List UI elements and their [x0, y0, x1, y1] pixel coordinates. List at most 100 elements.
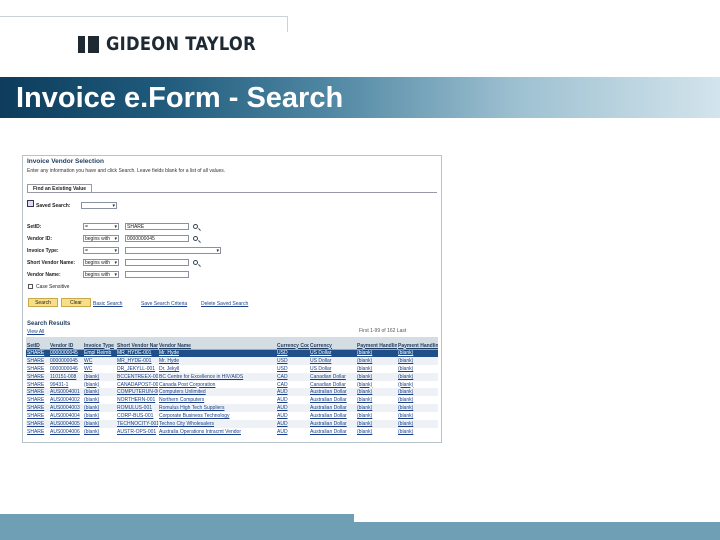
table-cell[interactable]: SHARE	[26, 427, 49, 436]
table-cell[interactable]: 0000000045	[49, 356, 83, 365]
table-row[interactable]: SHARE 99431-1 (blank) CANADAPOST-001 Canada …	[26, 380, 438, 389]
table-cell[interactable]: (blank)	[356, 380, 397, 389]
table-row[interactable]: SHARE AUS0004002 (blank) NORTHERN-001 Northe…	[26, 396, 438, 405]
table-cell[interactable]: (blank)	[356, 349, 397, 357]
table-cell[interactable]: USD	[276, 364, 309, 373]
table-cell[interactable]: (blank)	[356, 356, 397, 365]
table-cell[interactable]: (blank)	[356, 388, 397, 397]
view-all-link[interactable]: View All	[27, 329, 44, 335]
table-cell[interactable]: (blank)	[83, 404, 116, 413]
table-cell[interactable]: AUS0004005	[49, 420, 83, 428]
table-cell[interactable]: CORP-BUS-001	[116, 412, 158, 421]
table-cell[interactable]: SHARE	[26, 349, 49, 357]
table-row[interactable]: SHARE 110151-008 (blank) BCCENTREEX-001 BC C…	[26, 372, 438, 381]
table-cell[interactable]: MR_HYDE-001	[116, 349, 158, 357]
table-cell[interactable]: (blank)	[397, 349, 438, 357]
table-cell[interactable]: SHARE	[26, 388, 49, 397]
operator-select-vendor-id[interactable]: begins with	[83, 235, 119, 242]
setid-input[interactable]: SHARE	[125, 223, 189, 230]
table-cell[interactable]: Australian Dollar	[309, 396, 356, 405]
results-pager[interactable]: First 1-99 of 162 Last	[359, 328, 406, 334]
table-cell[interactable]: TECHNOCITY-001	[116, 420, 158, 428]
table-cell[interactable]: AUS0004006	[49, 427, 83, 436]
table-cell[interactable]: SHARE	[26, 412, 49, 421]
table-cell[interactable]: Australian Dollar	[309, 388, 356, 397]
table-cell[interactable]: AUSTR-OPS-001	[116, 427, 158, 436]
table-cell[interactable]: (blank)	[397, 412, 438, 421]
table-cell[interactable]: US Dollar	[309, 356, 356, 365]
table-cell[interactable]: USD	[276, 349, 309, 357]
table-cell[interactable]: COMPUTERUN-001	[116, 388, 158, 397]
table-cell[interactable]: Techno City Wholesalers	[158, 420, 276, 428]
vendor-id-input[interactable]: 0000000045	[125, 235, 189, 242]
search-button[interactable]: Search	[28, 298, 58, 307]
table-cell[interactable]: (blank)	[83, 396, 116, 405]
table-cell[interactable]: Australian Dollar	[309, 412, 356, 421]
table-cell[interactable]: DR_JEKYLL-001	[116, 364, 158, 373]
table-cell[interactable]: MR_HYDE-001	[116, 356, 158, 365]
operator-select-short-vendor-name[interactable]: begins with	[83, 259, 119, 266]
table-cell[interactable]: NORTHERN-001	[116, 396, 158, 405]
case-sensitive-checkbox[interactable]	[28, 284, 33, 289]
table-cell[interactable]: (blank)	[83, 427, 116, 436]
lookup-short-vendor-name-icon[interactable]	[193, 260, 198, 265]
table-cell[interactable]: AUS0004004	[49, 412, 83, 421]
short-vendor-name-input[interactable]	[125, 259, 189, 266]
table-cell[interactable]: SHARE	[26, 380, 49, 389]
table-cell[interactable]: AUS0004003	[49, 404, 83, 413]
vendor-name-input[interactable]	[125, 271, 189, 278]
table-cell[interactable]: (blank)	[397, 388, 438, 397]
table-cell[interactable]: (blank)	[397, 364, 438, 373]
table-row[interactable]: SHAREAUS0004001 (blank) COMPUTERUN-001Comp…	[26, 388, 438, 397]
table-cell[interactable]: BCCENTREEX-001	[116, 372, 158, 381]
table-cell[interactable]: Australian Dollar	[309, 404, 356, 413]
table-row[interactable]: SHARE AUS0004004 (blank) CORP-BUS-001 Corpor…	[26, 412, 438, 421]
table-cell[interactable]: CANADAPOST-001	[116, 380, 158, 389]
column-header[interactable]: Invoice Type	[83, 337, 116, 350]
table-cell[interactable]: (blank)	[83, 412, 116, 421]
table-cell[interactable]: (blank)	[356, 364, 397, 373]
table-cell[interactable]: SHARE	[26, 356, 49, 365]
column-header[interactable]: Short Vendor Name	[116, 337, 158, 350]
table-cell[interactable]: (blank)	[397, 380, 438, 389]
table-cell[interactable]: AUD	[276, 388, 309, 397]
table-cell[interactable]: SHARE	[26, 364, 49, 373]
basic-search-link[interactable]: Basic Search	[93, 301, 122, 307]
table-row[interactable]: SHARE 0000000045 WC MR_HYDE-001 Mr. Hyde USD U…	[26, 356, 438, 365]
table-cell[interactable]: WC	[83, 356, 116, 365]
table-cell[interactable]: USD	[276, 356, 309, 365]
operator-select-vendor-name[interactable]: begins with	[83, 271, 119, 278]
table-cell[interactable]: CAD	[276, 380, 309, 389]
table-cell[interactable]: Canadian Dollar	[309, 372, 356, 381]
table-cell[interactable]: Mr. Hyde	[158, 349, 276, 357]
table-cell[interactable]: Canadian Dollar	[309, 380, 356, 389]
table-cell[interactable]: Australian Dollar	[309, 420, 356, 428]
table-cell[interactable]: 99431-1	[49, 380, 83, 389]
table-cell[interactable]: ROMULUS-001	[116, 404, 158, 413]
saved-search-select[interactable]	[81, 202, 117, 209]
table-cell[interactable]: (blank)	[397, 427, 438, 436]
table-row[interactable]: SHARE 0000000045 Empl Reimb MR_HYDE-001 Mr. …	[26, 349, 438, 357]
table-cell[interactable]: AUD	[276, 412, 309, 421]
table-cell[interactable]: WC	[83, 364, 116, 373]
table-cell[interactable]: US Dollar	[309, 364, 356, 373]
table-cell[interactable]: 110151-008	[49, 372, 83, 381]
table-row[interactable]: SHARE AUS0004003 (blank) ROMULUS-001 Romulus…	[26, 404, 438, 413]
invoice-type-select[interactable]	[125, 247, 221, 254]
table-cell[interactable]: Dr. Jekyll	[158, 364, 276, 373]
table-cell[interactable]: (blank)	[397, 372, 438, 381]
table-cell[interactable]: (blank)	[356, 427, 397, 436]
table-cell[interactable]: (blank)	[397, 396, 438, 405]
table-cell[interactable]: AUS0004001	[49, 388, 83, 397]
column-header[interactable]: Payment Handling	[356, 337, 397, 350]
column-header[interactable]: Vendor Name	[158, 337, 276, 350]
column-header[interactable]: SetID	[26, 337, 49, 350]
table-cell[interactable]: Northern Computers	[158, 396, 276, 405]
table-row[interactable]: SHARE 0000000046 WC DR_JEKYLL-001 Dr. Jekyll…	[26, 364, 438, 373]
operator-select-invoice-type[interactable]: =	[83, 247, 119, 254]
table-cell[interactable]: (blank)	[397, 404, 438, 413]
table-row[interactable]: SHARE AUS0004005 (blank) TECHNOCITY-001 Tech…	[26, 420, 438, 428]
lookup-setid-icon[interactable]	[193, 224, 198, 229]
table-cell[interactable]: (blank)	[356, 396, 397, 405]
table-cell[interactable]: Computers Unlimited	[158, 388, 276, 397]
